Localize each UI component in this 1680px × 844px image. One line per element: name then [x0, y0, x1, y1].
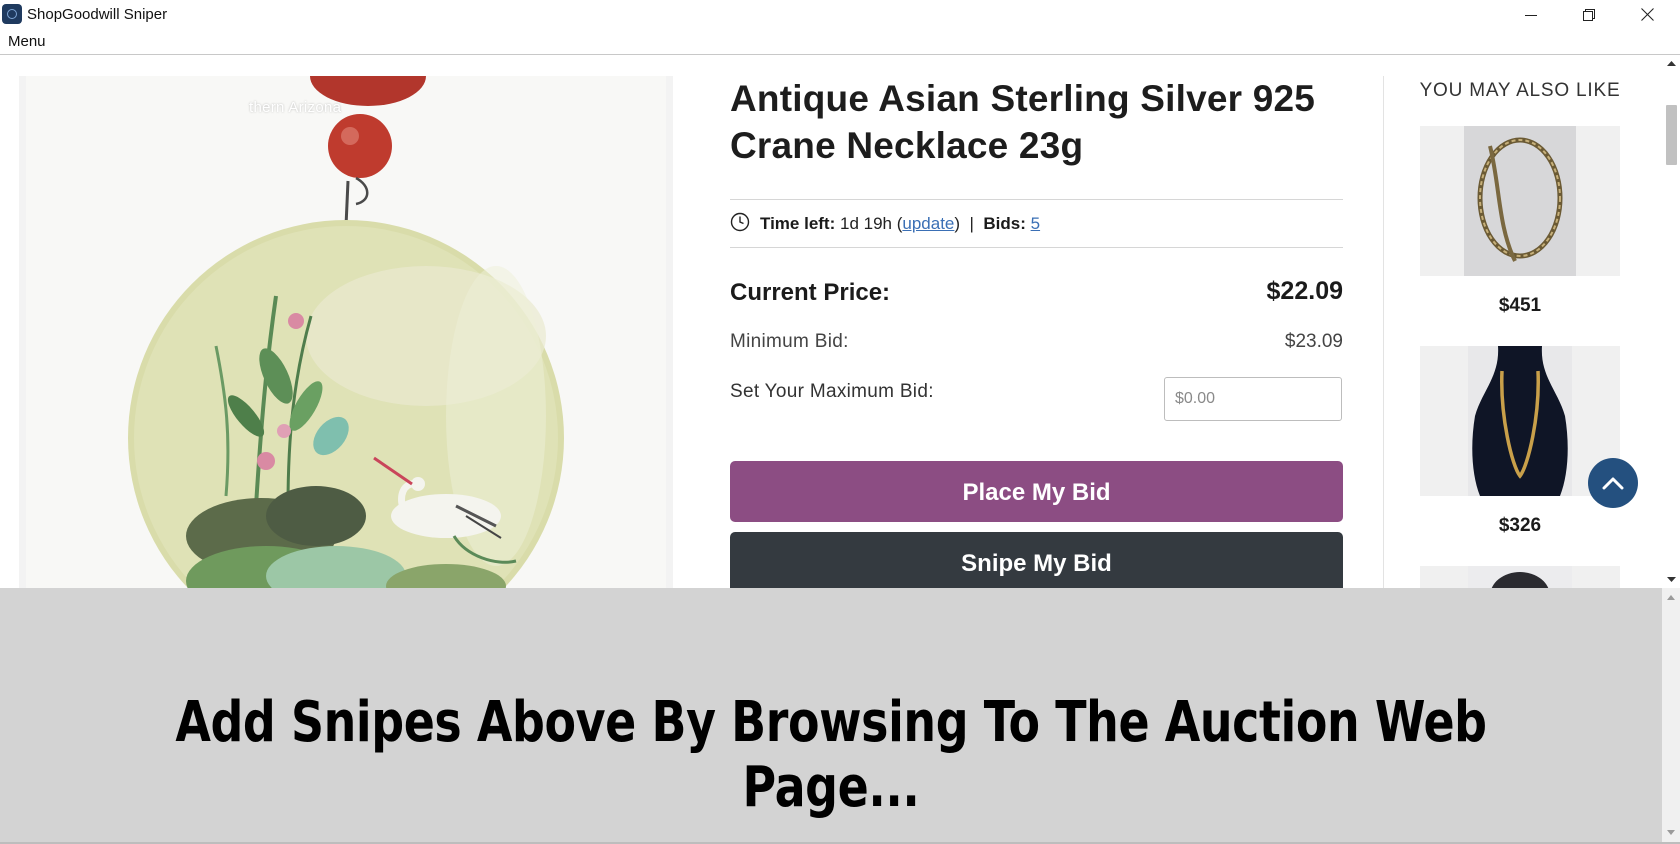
scroll-down-arrow-icon[interactable] — [1667, 575, 1676, 584]
update-link[interactable]: update — [902, 214, 954, 233]
product-image[interactable]: thern Arizona — [26, 76, 666, 588]
time-left-value: 1d 19h — [840, 214, 892, 233]
menu-bar: Menu — [0, 29, 1680, 55]
recommendation-card[interactable]: $451 — [1420, 126, 1620, 317]
scroll-up-arrow-icon[interactable] — [1667, 594, 1675, 602]
recommendation-card[interactable] — [1420, 566, 1620, 588]
web-view-scrollbar[interactable] — [1663, 55, 1680, 588]
max-bid-label: Set Your Maximum Bid: — [730, 381, 934, 402]
recommendation-card[interactable]: $326 — [1420, 346, 1620, 537]
window-title: ShopGoodwill Sniper — [27, 6, 168, 23]
recommendation-thumbnail[interactable] — [1420, 126, 1620, 276]
snipes-panel-scrollbar[interactable] — [1662, 588, 1680, 844]
you-may-also-like-title: YOU MAY ALSO LIKE — [1419, 80, 1621, 101]
product-image-gallery[interactable]: thern Arizona — [19, 76, 673, 588]
minimize-button[interactable] — [1502, 0, 1560, 29]
next-recommendation-thumb — [1468, 566, 1572, 588]
minimum-bid-label: Minimum Bid: — [730, 331, 849, 352]
auction-web-view: thern Arizona Antique Asian Sterling Sil… — [0, 55, 1680, 588]
pendant-photo — [26, 76, 666, 588]
minimize-icon — [1525, 14, 1537, 16]
max-bid-input[interactable] — [1164, 377, 1342, 421]
divider — [730, 199, 1343, 200]
current-price-value: $22.09 — [1266, 277, 1343, 305]
title-bar: ShopGoodwill Sniper — [0, 0, 1680, 29]
close-icon — [1640, 8, 1654, 21]
restore-icon — [1583, 8, 1595, 21]
sidebar-divider — [1383, 76, 1384, 588]
bids-label: Bids: — [983, 214, 1026, 233]
minimum-bid-value: $23.09 — [1284, 331, 1343, 352]
product-title: Antique Asian Sterling Silver 925 Crane … — [730, 78, 1316, 166]
back-to-top-button[interactable] — [1588, 458, 1638, 508]
chevron-up-icon — [1602, 477, 1624, 490]
current-price-label: Current Price: — [730, 279, 891, 306]
gold-chain-necklace-thumb — [1464, 126, 1576, 276]
menu-item-menu[interactable]: Menu — [8, 33, 46, 50]
recommendation-price: $326 — [1498, 515, 1542, 536]
close-button[interactable] — [1618, 0, 1676, 29]
recommendation-price: $451 — [1498, 295, 1542, 316]
scrollbar-thumb[interactable] — [1666, 105, 1677, 165]
time-left-label: Time left: — [760, 214, 836, 233]
bids-count-link[interactable]: 5 — [1031, 214, 1040, 233]
restore-button[interactable] — [1560, 0, 1618, 29]
scroll-up-arrow-icon[interactable] — [1667, 59, 1676, 68]
app-icon — [2, 4, 22, 24]
recommendation-thumbnail[interactable] — [1420, 566, 1620, 588]
snipe-bid-button[interactable]: Snipe My Bid — [730, 532, 1343, 588]
clock-icon — [730, 212, 750, 232]
auction-status-line: Time left: 1d 19h (update) | Bids: 5 — [760, 214, 1041, 233]
place-bid-button[interactable]: Place My Bid — [730, 461, 1343, 522]
divider — [730, 247, 1343, 248]
scroll-down-arrow-icon[interactable] — [1667, 828, 1675, 836]
snipes-empty-message: Add Snipes Above By Browsing To The Auct… — [175, 690, 1487, 820]
image-caption: thern Arizona — [249, 99, 342, 116]
